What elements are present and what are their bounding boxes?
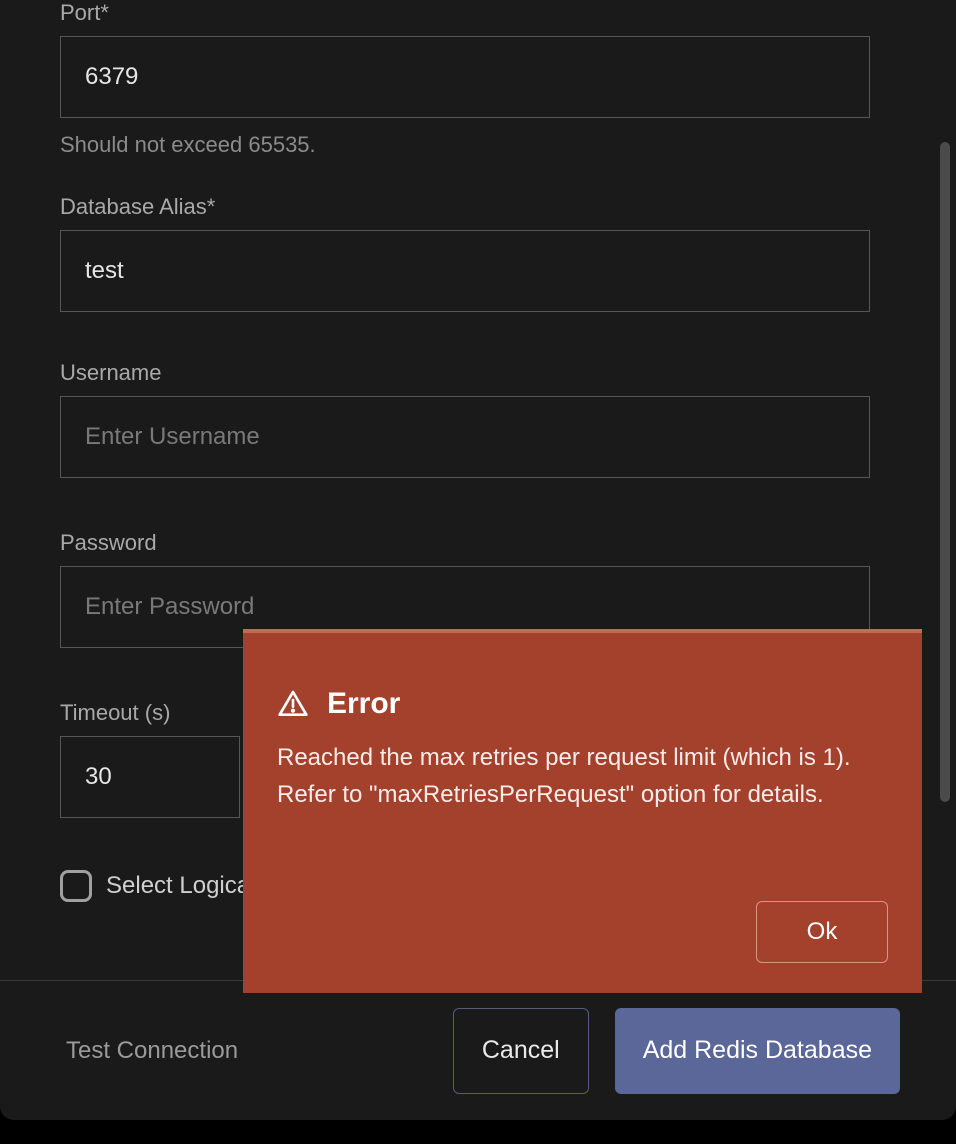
test-connection-link[interactable]: Test Connection — [66, 1037, 238, 1065]
timeout-input[interactable] — [60, 736, 240, 818]
alias-label: Database Alias* — [60, 194, 870, 220]
port-hint: Should not exceed 65535. — [60, 132, 870, 158]
alias-input[interactable] — [60, 230, 870, 312]
toast-title: Error — [327, 687, 400, 721]
username-input[interactable] — [60, 396, 870, 478]
toast-ok-button[interactable]: Ok — [756, 901, 888, 963]
footer-bar: Test Connection Cancel Add Redis Databas… — [0, 980, 956, 1120]
warning-icon — [277, 688, 309, 720]
toast-message: Reached the max retries per request limi… — [277, 739, 888, 813]
logical-db-checkbox[interactable] — [60, 870, 92, 902]
password-label: Password — [60, 530, 870, 556]
error-toast: Error Reached the max retries per reques… — [243, 629, 922, 993]
vertical-scrollbar[interactable] — [940, 142, 950, 802]
toast-header: Error — [277, 687, 888, 721]
port-input[interactable] — [60, 36, 870, 118]
field-alias: Database Alias* — [60, 194, 870, 312]
username-label: Username — [60, 360, 870, 386]
add-database-button[interactable]: Add Redis Database — [615, 1008, 900, 1094]
field-username: Username — [60, 360, 870, 478]
cancel-button[interactable]: Cancel — [453, 1008, 589, 1094]
port-label: Port* — [60, 0, 870, 26]
toast-actions: Ok — [277, 901, 888, 963]
field-port: Port* Should not exceed 65535. — [60, 0, 870, 158]
